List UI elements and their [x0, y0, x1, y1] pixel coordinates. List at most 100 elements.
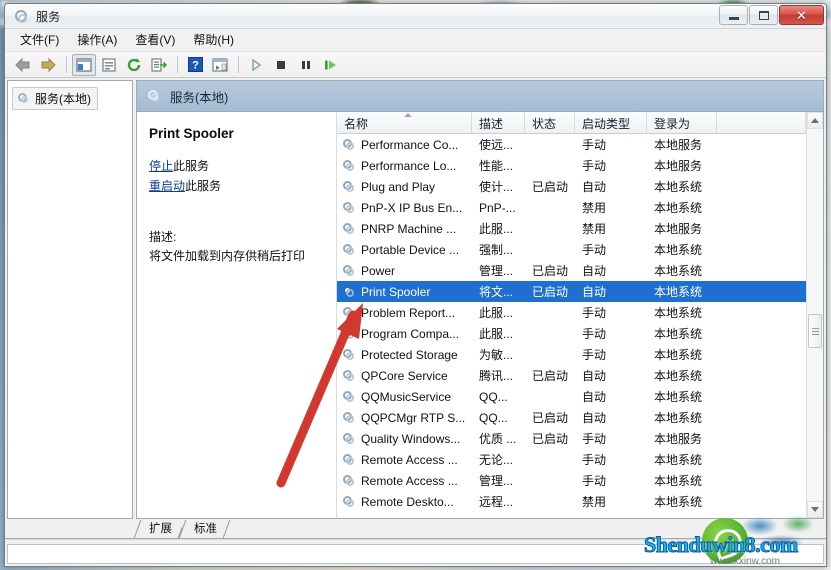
- list-rows-viewport[interactable]: Performance Co... 使远... 手动 本地服务 Performance …: [337, 134, 806, 518]
- cell-name: PnP-X IP Bus En...: [337, 201, 472, 215]
- table-row[interactable]: Quality Windows... 优质 ... 已启动 手动 本地服务: [337, 428, 806, 449]
- scrollbar-track[interactable]: [807, 129, 823, 501]
- column-header-label: 描述: [479, 117, 504, 131]
- tab-standard[interactable]: 标准: [182, 520, 227, 538]
- table-row[interactable]: Performance Lo... 性能... 手动 本地服务: [337, 155, 806, 176]
- pane-content: Print Spooler 停止此服务 重启动此服务 描述: 将文件加载到内存供…: [137, 112, 823, 518]
- scroll-down-button[interactable]: [807, 501, 823, 518]
- table-row[interactable]: Protected Storage 为敏... 手动 本地系统: [337, 344, 806, 365]
- cell-desc: 此服...: [479, 327, 514, 341]
- chevron-up-icon: [811, 118, 819, 123]
- service-name-label: Remote Access ...: [361, 452, 458, 467]
- sort-ascending-icon: [404, 113, 412, 117]
- minimize-button[interactable]: [719, 5, 748, 25]
- stop-service-link[interactable]: 停止: [149, 159, 173, 173]
- menu-item-help[interactable]: 帮助(H): [184, 31, 243, 49]
- services-gear-icon: [147, 89, 162, 104]
- menu-item-file[interactable]: 文件(F): [11, 31, 68, 49]
- properties-icon[interactable]: [97, 54, 121, 76]
- scroll-up-button[interactable]: [807, 112, 823, 129]
- refresh-icon[interactable]: [122, 54, 146, 76]
- tab-extended[interactable]: 扩展: [137, 520, 182, 538]
- service-gear-icon: [342, 348, 356, 362]
- table-row[interactable]: QQPCMgr RTP S... QQ... 已启动 自动 本地系统: [337, 407, 806, 428]
- service-gear-icon: [342, 264, 356, 278]
- tree-pane: 服务(本地): [7, 80, 133, 519]
- cell-startup: 禁用: [582, 222, 607, 236]
- service-name-label: Print Spooler: [361, 284, 431, 299]
- table-row[interactable]: Remote Deskto... 远程... 禁用 本地系统: [337, 491, 806, 512]
- table-row[interactable]: Performance Co... 使远... 手动 本地服务: [337, 134, 806, 155]
- stop-service-icon[interactable]: [269, 54, 293, 76]
- column-header-label: 启动类型: [582, 117, 631, 131]
- show-tree-icon[interactable]: [72, 53, 96, 76]
- column-header-label: 状态: [532, 117, 557, 131]
- cell-name: PNRP Machine ...: [337, 222, 472, 236]
- cell-logon: 本地系统: [654, 180, 703, 194]
- service-name-label: Power: [361, 263, 396, 278]
- table-row[interactable]: PNRP Machine ... 此服... 禁用 本地服务: [337, 218, 806, 239]
- restart-service-icon[interactable]: [319, 54, 343, 76]
- cell-logon: 本地系统: [654, 327, 703, 341]
- cell-startup: 自动: [582, 390, 607, 404]
- tree-item-services-local[interactable]: 服务(本地): [12, 87, 98, 110]
- column-header-5[interactable]: 登录为: [647, 112, 717, 133]
- window-title: 服务: [36, 9, 61, 24]
- restart-service-link[interactable]: 重启动: [149, 179, 185, 193]
- export-list-icon[interactable]: [147, 54, 171, 76]
- cell-logon: 本地系统: [654, 201, 703, 215]
- table-row[interactable]: Program Compa... 此服... 手动 本地系统: [337, 323, 806, 344]
- show-action-pane-icon[interactable]: [208, 54, 232, 76]
- close-button[interactable]: ✕: [779, 5, 824, 25]
- cell-status: 已启动: [532, 264, 569, 278]
- window-controls: ✕: [718, 5, 824, 25]
- column-header-3[interactable]: 状态: [525, 112, 575, 133]
- cell-desc: 管理...: [479, 474, 514, 488]
- scrollbar-thumb[interactable]: [808, 314, 822, 348]
- back-arrow-icon[interactable]: [11, 54, 35, 76]
- column-header-4[interactable]: 启动类型: [575, 112, 647, 133]
- table-row[interactable]: Problem Report... 此服... 手动 本地系统: [337, 302, 806, 323]
- cell-startup: 手动: [582, 306, 607, 320]
- toolbar-separator: [66, 56, 67, 73]
- services-list: 名称 描述 状态 启动类型 登录为 Performance Co... 使远... 手动 本地…: [337, 112, 806, 518]
- table-row[interactable]: Print Spooler 将文... 已启动 自动 本地系统: [337, 281, 806, 302]
- help-icon[interactable]: ?: [183, 54, 207, 76]
- forward-arrow-icon[interactable]: [36, 54, 60, 76]
- table-row[interactable]: Remote Access ... 无论... 手动 本地系统: [337, 449, 806, 470]
- service-gear-icon: [342, 390, 356, 404]
- table-row[interactable]: PnP-X IP Bus En... PnP-... 禁用 本地系统: [337, 197, 806, 218]
- start-service-icon[interactable]: [244, 54, 268, 76]
- table-row[interactable]: QPCore Service 腾讯... 已启动 自动 本地系统: [337, 365, 806, 386]
- cell-name: Performance Co...: [337, 138, 472, 152]
- menu-item-view[interactable]: 查看(V): [126, 31, 184, 49]
- menu-item-action[interactable]: 操作(A): [68, 31, 126, 49]
- cell-desc: 使远...: [479, 138, 514, 152]
- service-name-label: Performance Lo...: [361, 158, 457, 173]
- table-row[interactable]: Portable Device ... 强制... 手动 本地系统: [337, 239, 806, 260]
- cell-startup: 手动: [582, 453, 607, 467]
- cell-logon: 本地系统: [654, 369, 703, 383]
- service-gear-icon: [342, 180, 356, 194]
- pause-service-icon[interactable]: [294, 54, 318, 76]
- services-gear-icon: [17, 92, 30, 105]
- column-header-2[interactable]: 描述: [472, 112, 525, 133]
- cell-desc: 优质 ...: [479, 432, 517, 446]
- title-bar: 服务 ✕: [5, 4, 826, 29]
- maximize-button[interactable]: [749, 5, 778, 25]
- cell-name: Remote Access ...: [337, 453, 472, 467]
- table-row[interactable]: QQMusicService QQ... 自动 本地系统: [337, 386, 806, 407]
- cell-startup: 自动: [582, 180, 607, 194]
- selected-service-name: Print Spooler: [149, 126, 234, 141]
- service-name-label: QQMusicService: [361, 389, 452, 404]
- table-row[interactable]: Power 管理... 已启动 自动 本地系统: [337, 260, 806, 281]
- column-header-1[interactable]: 名称: [337, 112, 472, 133]
- cell-desc: 无论...: [479, 453, 514, 467]
- cell-startup: 禁用: [582, 495, 607, 509]
- table-row[interactable]: Plug and Play 使计... 已启动 自动 本地系统: [337, 176, 806, 197]
- view-tabs: 扩展 标准: [5, 519, 826, 539]
- cell-desc: 为敏...: [479, 348, 514, 362]
- table-row[interactable]: Remote Access ... 管理... 手动 本地系统: [337, 470, 806, 491]
- vertical-scrollbar[interactable]: [806, 112, 823, 518]
- cell-name: Plug and Play: [337, 180, 472, 194]
